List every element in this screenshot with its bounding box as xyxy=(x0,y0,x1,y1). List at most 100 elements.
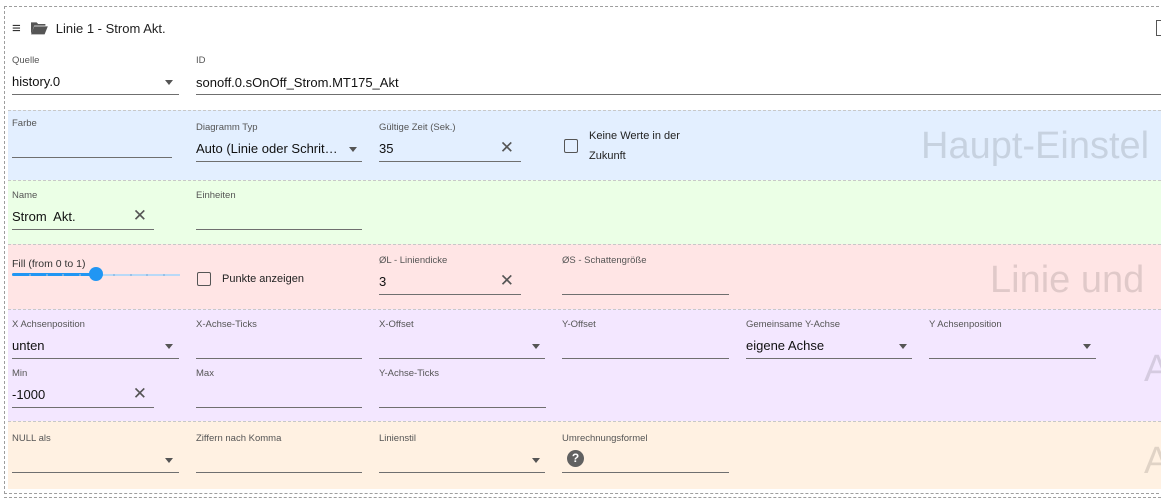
valid-time-value: 35 xyxy=(379,141,394,156)
valid-time-input[interactable]: Gültige Zeit (Sek.) 35 ✕ xyxy=(379,122,521,162)
decimals-input[interactable]: Ziffern nach Komma xyxy=(196,433,362,473)
min-value: -1000 xyxy=(12,387,46,402)
source-select[interactable]: Quelle history.0 xyxy=(12,55,179,95)
chevron-down-icon[interactable] xyxy=(349,147,357,152)
common-y-axis-select[interactable]: Gemeinsame Y-Achse eigene Achse xyxy=(746,319,912,359)
conversion-underline xyxy=(562,472,729,473)
chevron-down-icon[interactable] xyxy=(165,80,173,85)
menu-icon[interactable]: ≡ xyxy=(12,21,21,36)
section-watermark: A xyxy=(1144,440,1161,483)
min-underline xyxy=(12,407,154,408)
panel-header: ≡ Linie 1 - Strom Akt. xyxy=(12,16,166,40)
chart-type-underline xyxy=(196,161,362,162)
x-offset-label: X-Offset xyxy=(379,319,414,330)
slider-tick xyxy=(113,274,115,276)
y-axis-ticks-underline xyxy=(379,407,546,408)
close-icon[interactable]: ✕ xyxy=(133,385,147,402)
decimals-label: Ziffern nach Komma xyxy=(196,433,282,444)
scrollbar-edge[interactable] xyxy=(1156,20,1161,36)
id-underline xyxy=(196,94,1161,95)
close-icon[interactable]: ✕ xyxy=(500,272,514,289)
color-input[interactable]: Farbe xyxy=(12,118,172,158)
conversion-formula-input[interactable]: Umrechnungsformel ? xyxy=(562,433,729,473)
help-icon[interactable]: ? xyxy=(567,450,584,467)
slider-tick xyxy=(46,274,48,276)
folder-open-icon xyxy=(30,22,48,35)
valid-time-label: Gültige Zeit (Sek.) xyxy=(379,122,456,133)
y-axis-ticks-input[interactable]: Y-Achse-Ticks xyxy=(379,368,546,408)
name-underline xyxy=(12,229,154,230)
null-as-label: NULL als xyxy=(12,433,51,444)
min-label: Min xyxy=(12,368,28,379)
line-width-underline xyxy=(379,294,521,295)
chevron-down-icon[interactable] xyxy=(532,344,540,349)
decimals-underline xyxy=(196,472,362,473)
section-watermark: A xyxy=(1144,348,1161,391)
line-style-select[interactable]: Linienstil xyxy=(379,433,545,473)
show-points-label: Punkte anzeigen xyxy=(222,273,304,285)
chevron-down-icon[interactable] xyxy=(899,344,907,349)
max-input[interactable]: Max xyxy=(196,368,362,408)
chevron-down-icon[interactable] xyxy=(1083,344,1091,349)
source-underline xyxy=(12,94,179,95)
slider-tick xyxy=(163,274,165,276)
color-label: Farbe xyxy=(12,118,37,129)
slider-tick xyxy=(146,274,148,276)
main-settings-section: Haupt-Einstel xyxy=(8,110,1161,180)
id-input[interactable]: ID sonoff.0.sOnOff_Strom.MT175_Akt xyxy=(196,55,1161,95)
chevron-down-icon[interactable] xyxy=(165,458,173,463)
y-axis-position-label: Y Achsenposition xyxy=(929,319,1002,330)
slider-thumb[interactable] xyxy=(89,267,103,281)
units-input[interactable]: Einheiten xyxy=(196,190,362,230)
id-value: sonoff.0.sOnOff_Strom.MT175_Akt xyxy=(196,75,399,90)
y-axis-position-underline xyxy=(929,358,1096,359)
slider-tick xyxy=(130,274,132,276)
show-points-checkbox[interactable] xyxy=(197,272,211,286)
source-label: Quelle xyxy=(12,55,40,66)
no-future-checkbox[interactable] xyxy=(564,139,578,153)
null-as-underline xyxy=(12,472,179,473)
close-icon[interactable]: ✕ xyxy=(133,207,147,224)
line-width-value: 3 xyxy=(379,274,387,289)
y-offset-input[interactable]: Y-Offset xyxy=(562,319,729,359)
no-future-label-2: Zukunft xyxy=(589,150,626,162)
section-watermark: Haupt-Einstel xyxy=(921,125,1150,167)
slider-tick xyxy=(79,274,81,276)
line-width-input[interactable]: ØL - Liniendicke 3 ✕ xyxy=(379,255,521,295)
no-future-label-1: Keine Werte in der xyxy=(589,130,680,142)
name-section xyxy=(8,180,1161,244)
max-label: Max xyxy=(196,368,214,379)
y-offset-label: Y-Offset xyxy=(562,319,596,330)
conversion-label: Umrechnungsformel xyxy=(562,433,648,444)
chart-type-select[interactable]: Diagramm Typ Auto (Linie oder Schrit… xyxy=(196,122,362,162)
x-offset-underline xyxy=(379,358,545,359)
fill-slider[interactable]: Fill (from 0 to 1) xyxy=(12,258,180,288)
common-y-axis-label: Gemeinsame Y-Achse xyxy=(746,319,840,330)
x-axis-ticks-input[interactable]: X-Achse-Ticks xyxy=(196,319,362,359)
null-as-select[interactable]: NULL als xyxy=(12,433,179,473)
chevron-down-icon[interactable] xyxy=(165,344,173,349)
x-axis-position-value: unten xyxy=(12,338,45,353)
y-axis-ticks-label: Y-Achse-Ticks xyxy=(379,368,440,379)
chevron-down-icon[interactable] xyxy=(532,458,540,463)
shadow-size-underline xyxy=(562,294,729,295)
min-input[interactable]: Min -1000 ✕ xyxy=(12,368,154,408)
section-watermark: Linie und xyxy=(990,259,1145,301)
name-input[interactable]: Name Strom Akt. ✕ xyxy=(12,190,154,230)
close-icon[interactable]: ✕ xyxy=(500,139,514,156)
next-panel-border xyxy=(4,497,1161,498)
shadow-size-input[interactable]: ØS - Schattengröße xyxy=(562,255,729,295)
slider-track[interactable] xyxy=(12,273,96,276)
units-label: Einheiten xyxy=(196,190,236,201)
color-underline xyxy=(12,157,172,158)
x-offset-select[interactable]: X-Offset xyxy=(379,319,545,359)
fill-label: Fill (from 0 to 1) xyxy=(12,258,86,270)
panel-title: Linie 1 - Strom Akt. xyxy=(55,20,166,36)
line-style-label: Linienstil xyxy=(379,433,416,444)
y-axis-position-select[interactable]: Y Achsenposition xyxy=(929,319,1096,359)
line-style-underline xyxy=(379,472,545,473)
source-value: history.0 xyxy=(12,74,61,89)
x-axis-position-label: X Achsenposition xyxy=(12,319,85,330)
x-axis-position-select[interactable]: X Achsenposition unten xyxy=(12,319,179,359)
name-value: Strom Akt. xyxy=(12,209,76,224)
